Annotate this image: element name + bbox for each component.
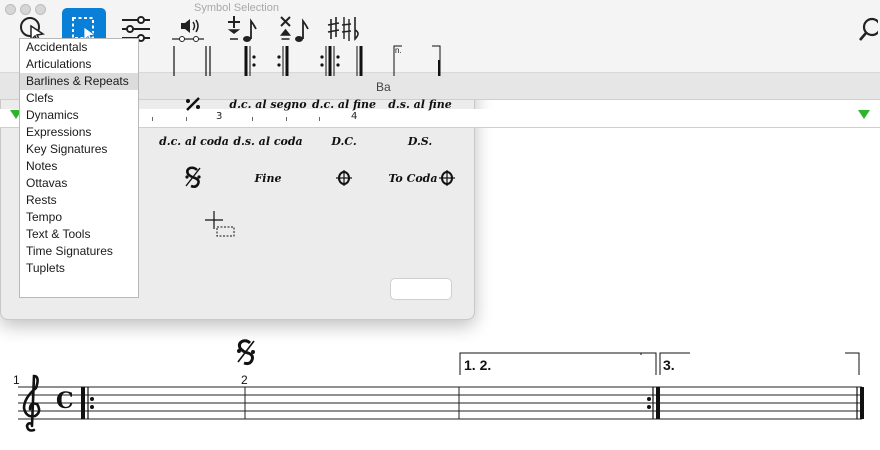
category-dynamics[interactable]: Dynamics [20, 107, 138, 124]
to-coda-label: To Coda [388, 171, 438, 185]
category-ottavas[interactable]: Ottavas [20, 175, 138, 192]
ending-label: n. [395, 46, 402, 55]
category-key-signatures[interactable]: Key Signatures [20, 141, 138, 158]
ds-al-fine-symbol[interactable]: d.s. al fine [384, 93, 456, 115]
volta-label[interactable]: 1. 2. [464, 357, 491, 373]
category-articulations[interactable]: Articulations [20, 56, 138, 73]
time-signature[interactable]: C [56, 388, 74, 414]
single-barline-icon[interactable] [168, 44, 218, 78]
ds-al-coda-symbol[interactable]: d.s. al coda [232, 130, 304, 152]
double-repeat-barline-icon[interactable] [314, 44, 374, 78]
ending-bracket-icon[interactable]: n. [390, 44, 444, 78]
category-expressions[interactable]: Expressions [20, 124, 138, 141]
measure-repeat-icon[interactable] [168, 93, 218, 115]
measure-number: 2 [241, 373, 248, 387]
category-notes[interactable]: Notes [20, 158, 138, 175]
dc-al-segno-symbol[interactable]: d.c. al segno [229, 93, 306, 115]
coda-icon[interactable] [308, 166, 380, 190]
to-coda-symbol[interactable]: To Coda [384, 166, 460, 190]
category-time-signatures[interactable]: Time Signatures [20, 243, 138, 260]
section-header-label: Ba [376, 80, 391, 94]
dc-al-fine-symbol[interactable]: d.c. al fine [308, 93, 380, 115]
dc-symbol[interactable]: D.C. [308, 130, 380, 152]
fine-symbol[interactable]: Fine [232, 166, 304, 190]
ds-symbol[interactable]: D.S. [384, 130, 456, 152]
right-margin-marker-icon[interactable] [858, 110, 870, 119]
segno-icon[interactable] [237, 339, 255, 366]
staff-system[interactable] [0, 330, 880, 440]
volta-label[interactable]: 3. [663, 357, 675, 373]
window-title: Symbol Selection [194, 2, 279, 14]
symbol-selection-window: Symbol Selection Accidentals Articulatio… [0, 0, 475, 320]
category-tuplets[interactable]: Tuplets [20, 260, 138, 277]
repeat-barline-icon[interactable] [238, 44, 298, 78]
dialog-button[interactable] [390, 278, 452, 300]
category-tempo[interactable]: Tempo [20, 209, 138, 226]
category-list[interactable]: Accidentals Articulations Barlines & Rep… [19, 38, 139, 298]
category-barlines-repeats[interactable]: Barlines & Repeats [20, 73, 138, 90]
coda-icon [438, 170, 455, 186]
category-text-tools[interactable]: Text & Tools [20, 226, 138, 243]
dc-al-coda-symbol[interactable]: d.c. al coda [158, 130, 230, 152]
zoom-search-icon[interactable] [846, 8, 880, 50]
category-clefs[interactable]: Clefs [20, 90, 138, 107]
crosshair-cursor-icon [205, 211, 235, 237]
segno-icon[interactable] [168, 166, 218, 190]
category-accidentals[interactable]: Accidentals [20, 39, 138, 56]
category-rests[interactable]: Rests [20, 192, 138, 209]
measure-number: 1 [13, 373, 20, 387]
